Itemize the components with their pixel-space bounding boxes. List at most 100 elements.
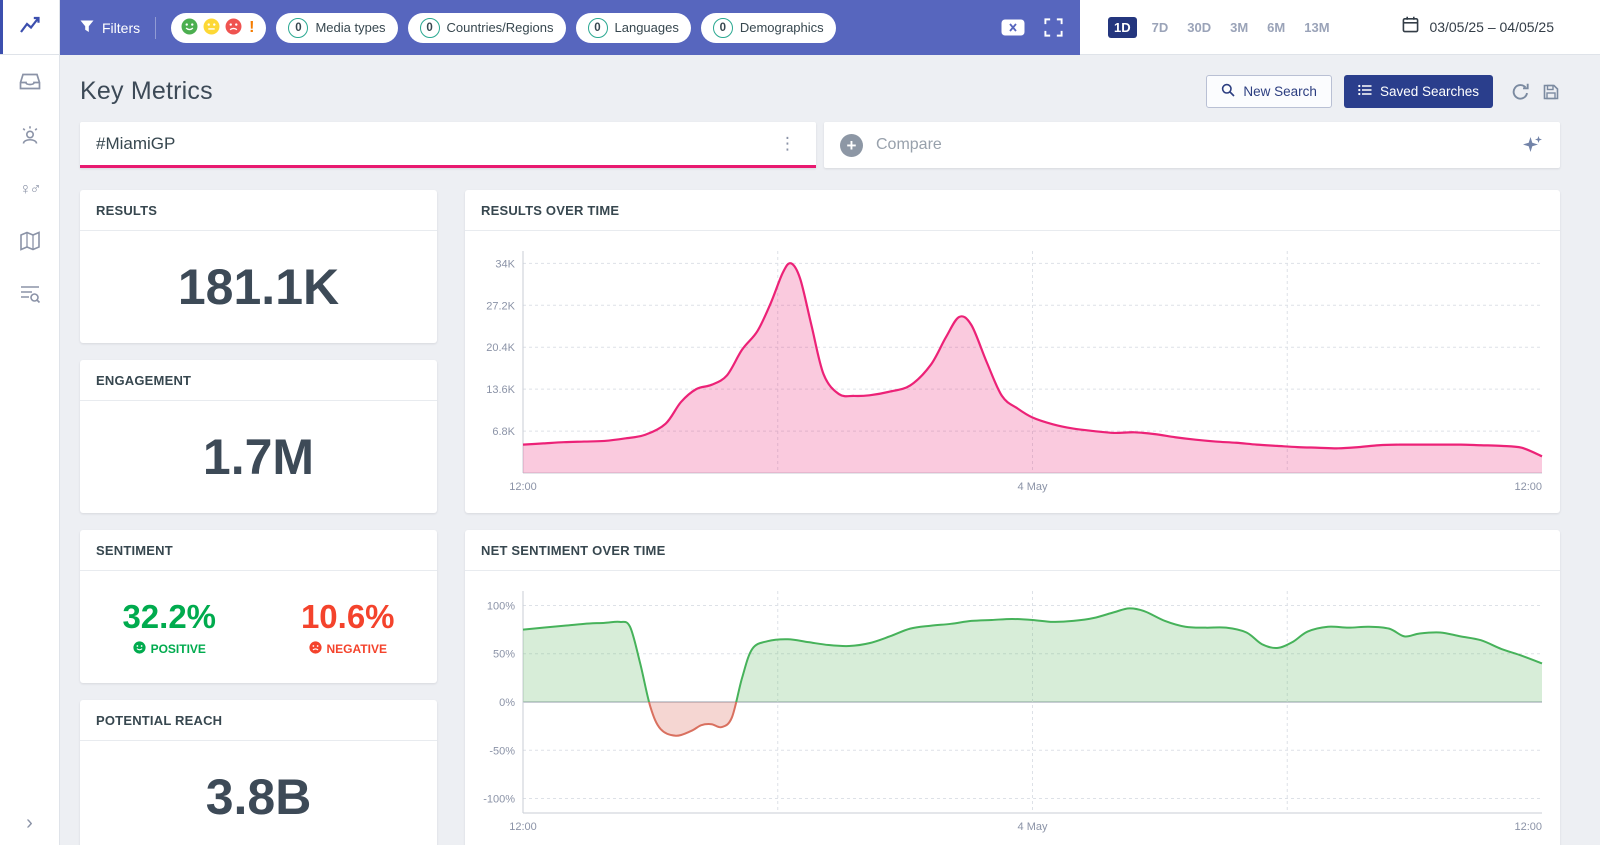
engagement-card: ENGAGEMENT 1.7M <box>80 360 437 513</box>
negative-label: NEGATIVE <box>327 642 387 656</box>
search-query-text: #MiamiGP <box>96 134 175 154</box>
sentiment-card: SENTIMENT 32.2% POSITIVE <box>80 530 437 683</box>
filter-funnel-icon <box>80 20 94 36</box>
chevron-right-icon: › <box>26 812 33 834</box>
results-over-time-chart[interactable]: 6.8K13.6K20.4K27.2K34K12:004 May12:00 <box>465 231 1560 513</box>
svg-text:-50%: -50% <box>489 745 515 757</box>
positive-smiley-icon <box>133 641 146 657</box>
positive-label: POSITIVE <box>151 642 206 656</box>
time-range-group: 1D 7D 30D 3M 6M 13M <box>1108 17 1334 38</box>
refresh-icon[interactable] <box>1511 82 1530 101</box>
page-header: Key Metrics New Search Saved Searches <box>60 55 1600 122</box>
demographics-count: 0 <box>713 18 733 38</box>
filter-bar: Filters ! 0 Media <box>60 0 1080 55</box>
engagement-value: 1.7M <box>80 401 437 513</box>
sidebar-item-channels[interactable] <box>16 71 44 97</box>
time-range-bar: 1D 7D 30D 3M 6M 13M 03/05/25 – 04/05/25 <box>1080 0 1600 55</box>
svg-text:-100%: -100% <box>483 794 515 806</box>
date-range-picker[interactable]: 03/05/25 – 04/05/25 <box>1402 16 1554 38</box>
positive-sentiment: 32.2% POSITIVE <box>80 598 259 657</box>
kebab-menu-icon[interactable]: ⋮ <box>775 134 800 154</box>
svg-text:12:00: 12:00 <box>1514 821 1542 833</box>
countries-regions-pill[interactable]: 0 Countries/Regions <box>408 13 566 43</box>
clear-filters-icon[interactable] <box>1001 19 1025 36</box>
results-card: RESULTS 181.1K <box>80 190 437 343</box>
map-icon <box>19 230 41 257</box>
results-card-title: RESULTS <box>80 190 437 231</box>
header-actions: New Search Saved Searches <box>1206 75 1560 108</box>
search-magnifier-icon <box>1221 83 1235 100</box>
compare-placeholder: Compare <box>876 136 942 154</box>
sentiment-values: 32.2% POSITIVE 10.6% <box>80 571 437 683</box>
languages-pill[interactable]: 0 Languages <box>576 13 691 43</box>
influencer-icon <box>19 124 41 151</box>
metrics-content: RESULTS 181.1K ENGAGEMENT 1.7M SENTIMENT… <box>60 190 1600 845</box>
sidebar-item-demographics[interactable]: ♀♂ <box>16 177 44 203</box>
svg-text:27.2K: 27.2K <box>486 300 515 312</box>
potential-reach-card: POTENTIAL REACH 3.8B <box>80 700 437 845</box>
new-search-button[interactable]: New Search <box>1206 75 1332 108</box>
sidebar-item-influencers[interactable] <box>16 124 44 150</box>
svg-text:12:00: 12:00 <box>509 481 537 493</box>
potential-reach-card-title: POTENTIAL REACH <box>80 700 437 741</box>
svg-text:34K: 34K <box>495 258 515 270</box>
chart-cards-column: RESULTS OVER TIME 6.8K13.6K20.4K27.2K34K… <box>465 190 1560 845</box>
sidebar-expand-button[interactable]: › <box>0 806 59 845</box>
sentiment-card-title: SENTIMENT <box>80 530 437 571</box>
fullscreen-icon[interactable] <box>1043 17 1064 38</box>
sidebar-item-conversation-clusters[interactable] <box>16 283 44 309</box>
divider <box>155 17 156 39</box>
new-search-label: New Search <box>1243 84 1317 99</box>
save-icon[interactable] <box>1542 83 1560 101</box>
calendar-icon <box>1402 16 1419 38</box>
main-content: Key Metrics New Search Saved Searches <box>60 55 1600 845</box>
inbox-icon <box>19 71 41 97</box>
compare-box[interactable]: + Compare <box>824 122 1560 168</box>
app-root: ♀♂ › <box>0 0 1600 845</box>
analytics-chart-icon <box>18 13 42 42</box>
positive-face-icon <box>181 18 198 38</box>
net-sentiment-title: NET SENTIMENT OVER TIME <box>465 530 1560 571</box>
positive-label-row: POSITIVE <box>133 641 206 657</box>
time-range-6m[interactable]: 6M <box>1263 17 1289 38</box>
results-value: 181.1K <box>80 231 437 343</box>
negative-frown-icon <box>309 641 322 657</box>
negative-face-icon <box>225 18 242 38</box>
demographics-pill[interactable]: 0 Demographics <box>701 13 836 43</box>
neutral-face-icon <box>203 18 220 38</box>
metric-cards-column: RESULTS 181.1K ENGAGEMENT 1.7M SENTIMENT… <box>80 190 437 845</box>
svg-text:0%: 0% <box>499 697 515 709</box>
date-range-text: 03/05/25 – 04/05/25 <box>1429 19 1554 35</box>
time-range-3m[interactable]: 3M <box>1226 17 1252 38</box>
alert-exclamation-icon: ! <box>247 20 256 36</box>
search-query-box[interactable]: #MiamiGP ⋮ <box>80 122 816 168</box>
saved-searches-button[interactable]: Saved Searches <box>1344 75 1493 108</box>
potential-reach-value: 3.8B <box>80 741 437 845</box>
net-sentiment-chart[interactable]: 100%50%0%-50%-100%12:004 May12:00 <box>465 571 1560 845</box>
sidebar-item-world-map[interactable] <box>16 230 44 256</box>
sidebar-item-analytics[interactable] <box>0 0 59 55</box>
right-pane: Filters ! 0 Media <box>60 0 1600 845</box>
sentiment-filter-pill[interactable]: ! <box>171 13 266 43</box>
gender-icon: ♀♂ <box>20 181 40 199</box>
svg-text:13.6K: 13.6K <box>486 384 515 396</box>
negative-label-row: NEGATIVE <box>309 641 387 657</box>
ai-sparkle-icon[interactable] <box>1520 133 1544 157</box>
results-over-time-title: RESULTS OVER TIME <box>465 190 1560 231</box>
negative-sentiment: 10.6% NEGATIVE <box>259 598 438 657</box>
time-range-13m[interactable]: 13M <box>1300 17 1333 38</box>
time-range-1d[interactable]: 1D <box>1108 17 1137 38</box>
filters-label: Filters <box>102 20 140 36</box>
svg-text:20.4K: 20.4K <box>486 342 515 354</box>
media-types-pill[interactable]: 0 Media types <box>276 13 397 43</box>
filters-button[interactable]: Filters <box>80 20 140 36</box>
svg-text:100%: 100% <box>487 600 515 612</box>
media-types-count: 0 <box>288 18 308 38</box>
time-range-7d[interactable]: 7D <box>1148 17 1173 38</box>
svg-text:4 May: 4 May <box>1018 481 1048 493</box>
media-types-label: Media types <box>315 20 385 35</box>
search-row: #MiamiGP ⋮ + Compare <box>60 122 1600 168</box>
time-range-30d[interactable]: 30D <box>1183 17 1215 38</box>
page-title: Key Metrics <box>80 77 213 106</box>
svg-text:12:00: 12:00 <box>1514 481 1542 493</box>
